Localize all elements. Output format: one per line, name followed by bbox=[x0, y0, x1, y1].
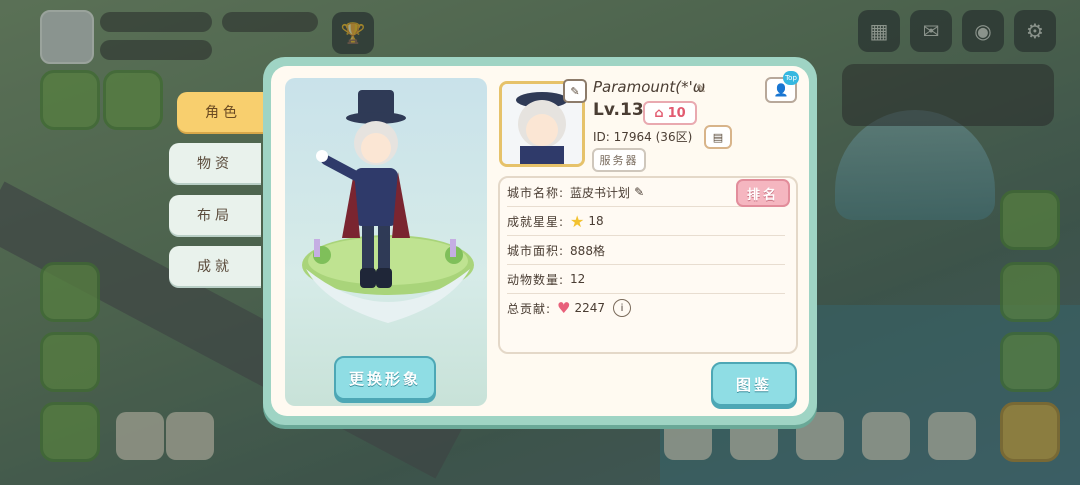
info-row-area: 城市面积: 888格 bbox=[507, 236, 785, 265]
player-id: ID: 17964 (36区) bbox=[593, 130, 693, 144]
rank-button[interactable]: 排名 bbox=[736, 179, 790, 207]
info-row-animals: 动物数量: 12 bbox=[507, 265, 785, 294]
pencil-icon[interactable]: ✎ bbox=[634, 185, 644, 199]
tab-layout[interactable]: 布局 bbox=[169, 195, 261, 235]
home-level-badge: ⌂ 10 bbox=[643, 101, 697, 125]
info-row-stars: 成就星星: ★ 18 bbox=[507, 207, 785, 236]
player-name: Paramount(*'ω bbox=[593, 78, 706, 96]
heart-icon: ♥ bbox=[557, 299, 571, 317]
top-badge: Top bbox=[783, 71, 799, 85]
character-sprite bbox=[316, 90, 410, 288]
tab-supplies[interactable]: 物资 bbox=[169, 143, 261, 183]
server-button[interactable]: 服务器 bbox=[592, 148, 646, 172]
star-icon: ★ bbox=[570, 211, 585, 231]
info-icon[interactable]: i bbox=[613, 299, 632, 317]
tab-achievements[interactable]: 成就 bbox=[169, 246, 261, 286]
atlas-button[interactable]: 图鉴 bbox=[711, 362, 797, 406]
tab-character[interactable]: 角色 bbox=[177, 92, 269, 132]
edit-avatar-icon[interactable]: ✎ bbox=[563, 79, 587, 103]
edit-name-icon[interactable]: ✎ bbox=[696, 82, 706, 96]
copy-icon: ▤ bbox=[712, 130, 724, 144]
change-appearance-button[interactable]: 更换形象 bbox=[334, 356, 436, 400]
copy-id-button[interactable]: ▤ bbox=[704, 125, 732, 149]
user-list-icon: 👤 bbox=[773, 83, 789, 97]
player-level: Lv.13 bbox=[593, 100, 644, 120]
house-icon: ⌂ bbox=[654, 105, 664, 121]
info-row-contribution: 总贡献: ♥ 2247 i bbox=[507, 294, 785, 322]
